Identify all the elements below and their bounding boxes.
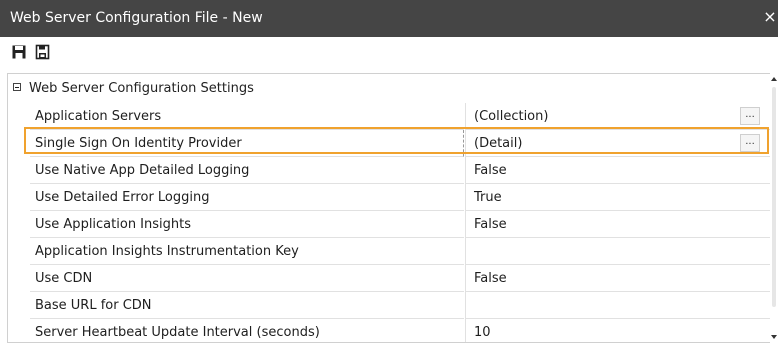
property-row[interactable]: Application Servers (Collection) ... (8, 103, 771, 130)
property-name: Base URL for CDN (30, 292, 464, 319)
scroll-up-icon[interactable] (771, 77, 777, 81)
property-value[interactable]: False (465, 265, 771, 292)
save-as-icon[interactable] (35, 44, 51, 60)
property-row[interactable]: Base URL for CDN (8, 292, 771, 319)
category-header[interactable]: Web Server Configuration Settings (8, 74, 771, 103)
vertical-scrollbar[interactable] (770, 73, 778, 343)
property-name: Use Application Insights (30, 211, 464, 238)
property-value[interactable]: False (465, 211, 771, 238)
window-title: Web Server Configuration File - New (10, 10, 263, 26)
category-label: Web Server Configuration Settings (29, 81, 254, 96)
property-name: Use Detailed Error Logging (30, 184, 464, 211)
property-name: Use CDN (30, 265, 464, 292)
property-name: Application Servers (30, 103, 464, 130)
property-name: Server Heartbeat Update Interval (second… (30, 319, 464, 342)
property-row[interactable]: Use CDN False (8, 265, 771, 292)
title-bar: Web Server Configuration File - New × (0, 0, 778, 37)
property-value[interactable]: False (465, 157, 771, 184)
property-value[interactable] (465, 238, 771, 265)
property-grid: Web Server Configuration Settings Applic… (7, 73, 772, 343)
property-row[interactable]: Application Insights Instrumentation Key (8, 238, 771, 265)
property-value[interactable]: (Detail) (465, 130, 771, 157)
property-row[interactable]: Use Application Insights False (8, 211, 771, 238)
toolbar (0, 37, 778, 67)
property-value[interactable]: True (465, 184, 771, 211)
close-icon[interactable]: × (762, 7, 778, 27)
property-value[interactable]: 10 (465, 319, 771, 342)
property-row[interactable]: Server Heartbeat Update Interval (second… (8, 319, 771, 342)
ellipsis-button[interactable]: ... (740, 134, 760, 152)
property-name: Application Insights Instrumentation Key (30, 238, 464, 265)
property-row[interactable]: Use Native App Detailed Logging False (8, 157, 771, 184)
property-name: Single Sign On Identity Provider (30, 130, 464, 157)
ellipsis-button[interactable]: ... (740, 107, 760, 125)
scroll-thumb[interactable] (772, 87, 776, 307)
save-icon[interactable] (11, 44, 27, 60)
property-value[interactable]: (Collection) (465, 103, 771, 130)
property-value[interactable] (465, 292, 771, 319)
property-name: Use Native App Detailed Logging (30, 157, 464, 184)
property-row-selected[interactable]: Single Sign On Identity Provider (Detail… (8, 130, 771, 157)
scroll-down-icon[interactable] (771, 335, 777, 339)
collapse-icon[interactable] (13, 83, 21, 91)
property-row[interactable]: Use Detailed Error Logging True (8, 184, 771, 211)
